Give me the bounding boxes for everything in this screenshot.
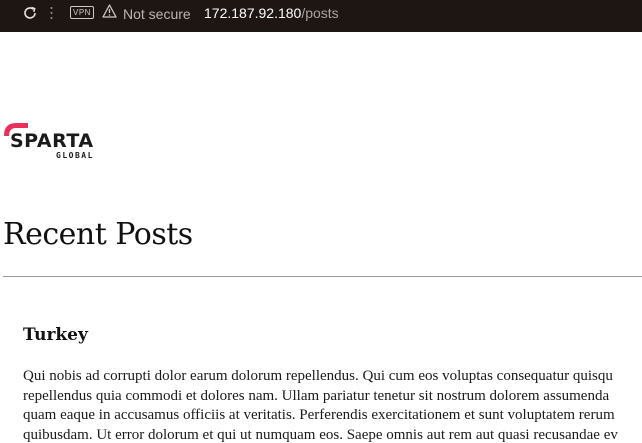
post-body-line: quibusdam. Ut error dolorum et qui ut nu…: [23, 426, 618, 443]
warning-icon[interactable]: [102, 4, 117, 18]
url-path: /posts: [301, 5, 339, 21]
post-body-line: repellendus quia commodi et dolores nam.…: [23, 387, 610, 404]
logo-word-sub: GLOBAL: [56, 151, 94, 160]
reload-icon[interactable]: [22, 5, 38, 21]
post-body: Qui nobis ad corrupti dolor earum doloru…: [23, 367, 642, 443]
post-title[interactable]: Turkey: [23, 324, 642, 346]
address-bar[interactable]: 172.187.92.180/posts: [204, 5, 339, 21]
page-title: Recent Posts: [3, 217, 193, 252]
post-body-line: Qui nobis ad corrupti dolor earum doloru…: [23, 368, 613, 384]
divider: [3, 276, 642, 277]
browser-toolbar: VPN Not secure 172.187.92.180/posts: [0, 0, 642, 32]
sparta-global-logo[interactable]: SPARTA GLOBAL: [2, 120, 112, 162]
more-options-icon[interactable]: [50, 5, 53, 21]
vpn-badge[interactable]: VPN: [70, 6, 94, 19]
post-card: Turkey Qui nobis ad corrupti dolor earum…: [23, 324, 642, 443]
logo-word-main: SPARTA: [10, 130, 94, 152]
page-content: SPARTA GLOBAL Recent Posts Turkey Qui no…: [0, 32, 642, 443]
url-host: 172.187.92.180: [204, 5, 302, 21]
post-body-line: quam eaque in accusamus officiis at veri…: [23, 407, 615, 423]
security-status[interactable]: Not secure: [123, 6, 191, 22]
